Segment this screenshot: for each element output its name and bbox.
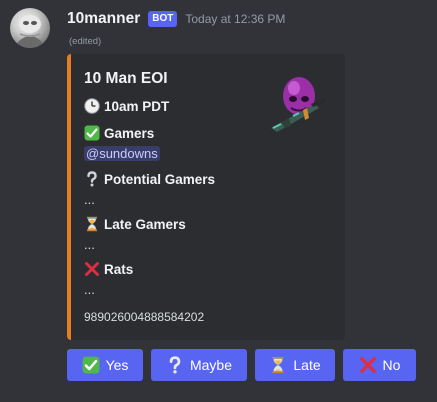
username[interactable]: 10manner xyxy=(67,10,140,28)
timestamp: Today at 12:36 PM xyxy=(185,12,286,26)
field-rats-value: ... xyxy=(84,282,95,297)
maybe-button[interactable]: Maybe xyxy=(151,349,247,381)
field-rats-name: Rats xyxy=(104,261,134,277)
late-button[interactable]: Late xyxy=(255,349,335,381)
cross-icon xyxy=(359,357,376,373)
embed-title: 10 Man EOI xyxy=(84,70,168,87)
clock-icon xyxy=(84,98,100,114)
message-header: 10manner BOT Today at 12:36 PM xyxy=(67,9,285,29)
field-potential-gamers: Potential Gamers xyxy=(84,171,215,187)
no-button-label: No xyxy=(382,357,401,373)
field-rats: Rats xyxy=(84,261,133,277)
embed-time: 10am PDT xyxy=(84,98,169,114)
check-icon xyxy=(82,356,100,374)
cross-icon xyxy=(85,262,99,276)
question-icon xyxy=(87,171,97,187)
check-icon xyxy=(84,125,100,141)
field-gamers: Gamers xyxy=(84,125,154,141)
bot-badge: BOT xyxy=(148,11,178,27)
chat-message: 10manner BOT Today at 12:36 PM (edited) … xyxy=(0,0,437,402)
user-mention[interactable]: @sundowns xyxy=(84,146,160,161)
button-row: Yes Maybe Late No xyxy=(67,349,416,381)
avatar-image xyxy=(18,15,42,48)
field-late-gamers-name: Late Gamers xyxy=(104,216,186,232)
question-icon xyxy=(169,356,181,374)
maybe-button-label: Maybe xyxy=(189,357,233,373)
no-button[interactable]: No xyxy=(343,349,416,381)
avatar[interactable] xyxy=(10,8,50,48)
hourglass-icon xyxy=(272,356,284,374)
field-potential-gamers-value: ... xyxy=(84,192,95,207)
field-potential-gamers-name: Potential Gamers xyxy=(104,171,216,187)
field-late-gamers-value: ... xyxy=(84,237,95,252)
yes-button-label: Yes xyxy=(105,357,129,373)
hourglass-icon xyxy=(87,216,97,232)
edited-label: (edited) xyxy=(69,36,102,47)
embed-thumbnail-image[interactable] xyxy=(263,70,333,140)
embed: 10 Man EOI 10am PDT Gamers @sundowns Pot… xyxy=(67,54,345,340)
yes-button[interactable]: Yes xyxy=(67,349,143,381)
field-gamers-name: Gamers xyxy=(104,125,155,141)
embed-time-label: 10am PDT xyxy=(104,98,170,114)
embed-footer-id: 989026004888584202 xyxy=(84,310,205,324)
field-late-gamers: Late Gamers xyxy=(84,216,186,232)
late-button-label: Late xyxy=(293,357,321,373)
